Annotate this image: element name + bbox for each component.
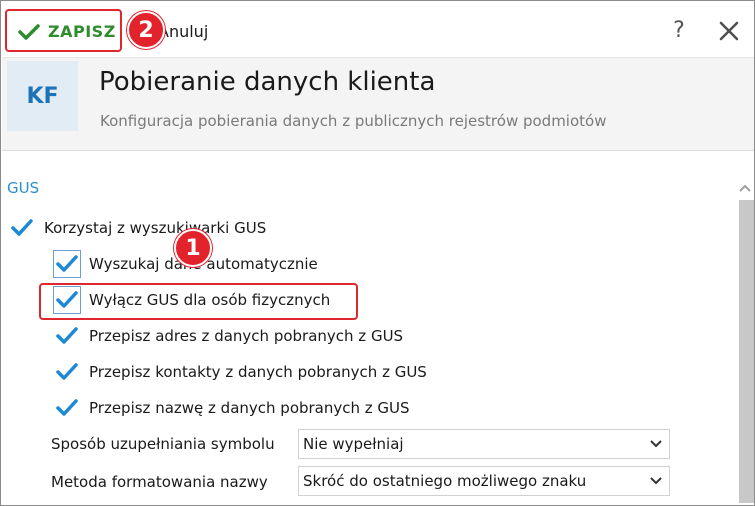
page-subtitle: Konfiguracja pobierania danych z publicz… (100, 112, 607, 130)
check-icon (56, 363, 78, 380)
symbol-fill-label: Sposób uzupełniania symbolu (51, 435, 275, 453)
chevron-down-icon (650, 440, 662, 448)
checkbox-copy-name-box[interactable] (53, 394, 81, 422)
check-icon (18, 23, 40, 40)
check-icon (56, 399, 78, 416)
check-icon (56, 327, 78, 344)
checkbox-disable-gus-individuals[interactable]: Wyłącz GUS dla osób fizycznych (53, 286, 330, 314)
dialog-window: ZAPISZ Anuluj ? KF Pobieranie danych kli… (0, 0, 755, 506)
checkbox-copy-address[interactable]: Przepisz adres z danych pobranych z GUS (53, 322, 403, 350)
checkbox-disable-gus-individuals-label: Wyłącz GUS dla osób fizycznych (89, 291, 331, 309)
save-button[interactable]: ZAPISZ (8, 12, 122, 51)
checkbox-copy-address-box[interactable] (53, 322, 81, 350)
checkbox-copy-contacts-label: Przepisz kontakty z danych pobranych z G… (89, 363, 427, 381)
checkbox-auto-search-box[interactable] (53, 250, 81, 278)
checkbox-copy-name-label: Przepisz nazwę z danych pobranych z GUS (89, 399, 410, 417)
module-logo: KF (7, 61, 78, 131)
help-button[interactable]: ? (666, 16, 692, 46)
scrollbar-thumb[interactable] (739, 200, 754, 503)
checkbox-use-gus-box[interactable] (8, 214, 36, 242)
symbol-fill-select[interactable]: Nie wypełniaj (298, 429, 670, 459)
save-button-label: ZAPISZ (48, 22, 116, 41)
checkbox-use-gus-label: Korzystaj z wyszukiwarki GUS (44, 219, 267, 237)
annotation-badge-1: 1 (174, 229, 212, 267)
check-icon (56, 255, 78, 272)
section-title-gus: GUS (7, 179, 40, 197)
chevron-down-icon (650, 477, 662, 485)
name-format-select[interactable]: Skróć do ostatniego możliwego znaku (298, 466, 670, 496)
name-format-label: Metoda formatowania nazwy (51, 473, 268, 491)
close-icon[interactable] (714, 16, 744, 46)
annotation-badge-2: 2 (127, 11, 165, 49)
symbol-fill-value: Nie wypełniaj (303, 435, 404, 453)
name-format-value: Skróć do ostatniego możliwego znaku (303, 472, 587, 490)
toolbar: ZAPISZ Anuluj ? (2, 2, 754, 57)
checkbox-copy-name[interactable]: Przepisz nazwę z danych pobranych z GUS (53, 394, 410, 422)
scroll-up-icon[interactable] (737, 181, 753, 195)
checkbox-copy-contacts[interactable]: Przepisz kontakty z danych pobranych z G… (53, 358, 427, 386)
checkbox-copy-contacts-box[interactable] (53, 358, 81, 386)
check-icon (11, 219, 33, 236)
check-icon (56, 291, 78, 308)
page-title: Pobieranie danych klienta (99, 67, 436, 97)
cancel-button-label: Anuluj (158, 21, 209, 41)
checkbox-use-gus[interactable]: Korzystaj z wyszukiwarki GUS (8, 214, 266, 242)
checkbox-disable-gus-individuals-box[interactable] (53, 286, 81, 314)
page-header: KF Pobieranie danych klienta Konfiguracj… (2, 57, 754, 151)
checkbox-copy-address-label: Przepisz adres z danych pobranych z GUS (89, 327, 404, 345)
